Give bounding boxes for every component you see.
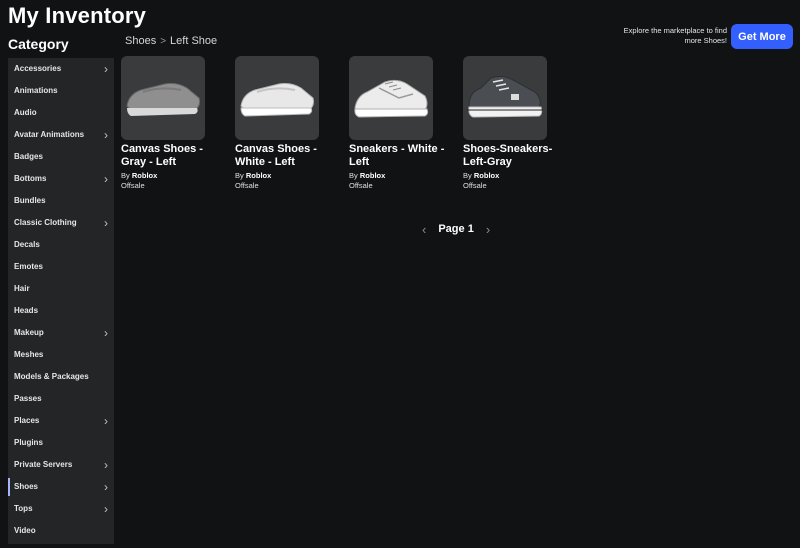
page-title: My Inventory xyxy=(8,3,147,28)
sidebar-item[interactable]: Emotes xyxy=(8,256,114,278)
sidebar-item[interactable]: Plugins xyxy=(8,432,114,454)
chevron-right-icon: › xyxy=(104,216,108,230)
item-card[interactable]: Canvas Shoes - Gray - Left By Roblox Offsa… xyxy=(121,56,217,191)
item-by-prefix: By xyxy=(349,171,358,180)
breadcrumb-separator: > xyxy=(160,35,167,47)
item-creator: By Roblox xyxy=(235,171,331,181)
sidebar-item[interactable]: Badges xyxy=(8,146,114,168)
sidebar-item-label: Makeup xyxy=(14,328,44,337)
breadcrumb-parent[interactable]: Shoes xyxy=(125,35,156,47)
chevron-right-icon: › xyxy=(104,502,108,516)
item-by-prefix: By xyxy=(121,171,130,180)
item-card[interactable]: Sneakers - White - Left By Roblox Offsale xyxy=(349,56,445,191)
chevron-right-icon: › xyxy=(104,62,108,76)
item-name[interactable]: Shoes-Sneakers-Left-Gray xyxy=(463,143,559,169)
sidebar-item-label: Heads xyxy=(14,306,39,315)
sidebar-item[interactable]: Makeup › xyxy=(8,322,114,344)
chevron-right-icon: › xyxy=(104,326,108,340)
sidebar-item-label: Plugins xyxy=(14,438,43,447)
sidebar-item[interactable]: Passes xyxy=(8,388,114,410)
sidebar-item-label: Classic Clothing xyxy=(14,218,77,227)
sidebar-item-label: Hair xyxy=(14,284,30,293)
item-creator-name[interactable]: Roblox xyxy=(474,171,499,180)
page-label: Page 1 xyxy=(438,223,474,235)
sidebar-item[interactable]: Meshes xyxy=(8,344,114,366)
sidebar-item-label: Accessories xyxy=(14,64,62,73)
item-thumbnail[interactable] xyxy=(349,56,433,140)
item-thumbnail[interactable] xyxy=(235,56,319,140)
sidebar-item-label: Shoes xyxy=(14,482,39,491)
sidebar-item[interactable]: Animations xyxy=(8,80,114,102)
item-status: Offsale xyxy=(349,181,373,190)
item-creator: By Roblox xyxy=(349,171,445,181)
category-sidebar: Accessories › Animations Audio Avatar Animat… xyxy=(8,58,114,544)
item-creator-name[interactable]: Roblox xyxy=(246,171,271,180)
item-card[interactable]: Shoes-Sneakers-Left-Gray By Roblox Offsale xyxy=(463,56,559,191)
item-thumbnail[interactable] xyxy=(463,56,547,140)
sidebar-item-label: Emotes xyxy=(14,262,43,271)
item-status: Offsale xyxy=(463,181,487,190)
sidebar-item-label: Bottoms xyxy=(14,174,47,183)
sidebar-item-label: Tops xyxy=(14,504,33,513)
item-by-prefix: By xyxy=(463,171,472,180)
sidebar-item[interactable]: Audio xyxy=(8,102,114,124)
breadcrumb-current: Left Shoe xyxy=(170,35,218,47)
sidebar-item-label: Meshes xyxy=(14,350,44,359)
sidebar-item-label: Bundles xyxy=(14,196,46,205)
sidebar-item-label: Audio xyxy=(14,108,37,117)
chevron-right-icon: › xyxy=(104,458,108,472)
sidebar-item-label: Video xyxy=(14,526,36,535)
white-sneaker-icon xyxy=(349,54,433,143)
sidebar-item-label: Private Servers xyxy=(14,460,73,469)
sidebar-item-label: Decals xyxy=(14,240,40,249)
sidebar-item-label: Avatar Animations xyxy=(14,130,85,139)
sidebar-item[interactable]: Heads xyxy=(8,300,114,322)
pagination: ‹ Page 1 › xyxy=(422,222,490,237)
marketplace-promo-text: Explore the marketplace to find more Sho… xyxy=(623,26,727,45)
white-canvas-shoe-icon xyxy=(235,54,319,143)
inventory-page: My Inventory Category Accessories › Animat… xyxy=(0,0,800,548)
sidebar-item[interactable]: Models & Packages xyxy=(8,366,114,388)
get-more-button[interactable]: Get More xyxy=(731,24,793,49)
sidebar-item-label: Models & Packages xyxy=(14,372,89,381)
chevron-right-icon: › xyxy=(104,172,108,186)
item-thumbnail[interactable] xyxy=(121,56,205,140)
item-creator: By Roblox xyxy=(463,171,559,181)
sidebar-item[interactable]: Bundles xyxy=(8,190,114,212)
item-creator-name[interactable]: Roblox xyxy=(360,171,385,180)
breadcrumb: Shoes > Left Shoe xyxy=(125,35,217,47)
item-creator-name[interactable]: Roblox xyxy=(132,171,157,180)
sidebar-item[interactable]: Video xyxy=(8,520,114,542)
sidebar-item-label: Animations xyxy=(14,86,58,95)
chevron-right-icon: › xyxy=(104,480,108,494)
chevron-left-icon[interactable]: ‹ xyxy=(422,222,426,237)
chevron-right-icon: › xyxy=(104,414,108,428)
item-card[interactable]: Canvas Shoes - White - Left By Roblox Offs… xyxy=(235,56,331,191)
item-name[interactable]: Canvas Shoes - Gray - Left xyxy=(121,143,217,169)
sidebar-item[interactable]: Private Servers › xyxy=(8,454,114,476)
sidebar-item-label: Badges xyxy=(14,152,43,161)
sidebar-item[interactable]: Tops › xyxy=(8,498,114,520)
item-creator: By Roblox xyxy=(121,171,217,181)
sidebar-item[interactable]: Bottoms › xyxy=(8,168,114,190)
item-name[interactable]: Sneakers - White - Left xyxy=(349,143,445,169)
chevron-right-icon[interactable]: › xyxy=(486,222,490,237)
item-name[interactable]: Canvas Shoes - White - Left xyxy=(235,143,331,169)
sidebar-item-label: Passes xyxy=(14,394,42,403)
item-status: Offsale xyxy=(121,181,145,190)
gray-sneaker-icon xyxy=(463,54,547,143)
sidebar-item[interactable]: Hair xyxy=(8,278,114,300)
chevron-right-icon: › xyxy=(104,128,108,142)
gray-canvas-shoe-icon xyxy=(121,54,205,143)
item-status: Offsale xyxy=(235,181,259,190)
sidebar-item-label: Places xyxy=(14,416,40,425)
category-heading: Category xyxy=(8,36,69,52)
sidebar-item[interactable]: Shoes › xyxy=(8,476,114,498)
sidebar-item[interactable]: Avatar Animations › xyxy=(8,124,114,146)
sidebar-item[interactable]: Classic Clothing › xyxy=(8,212,114,234)
sidebar-item[interactable]: Decals xyxy=(8,234,114,256)
sidebar-item[interactable]: Places › xyxy=(8,410,114,432)
item-by-prefix: By xyxy=(235,171,244,180)
sidebar-item[interactable]: Accessories › xyxy=(8,58,114,80)
